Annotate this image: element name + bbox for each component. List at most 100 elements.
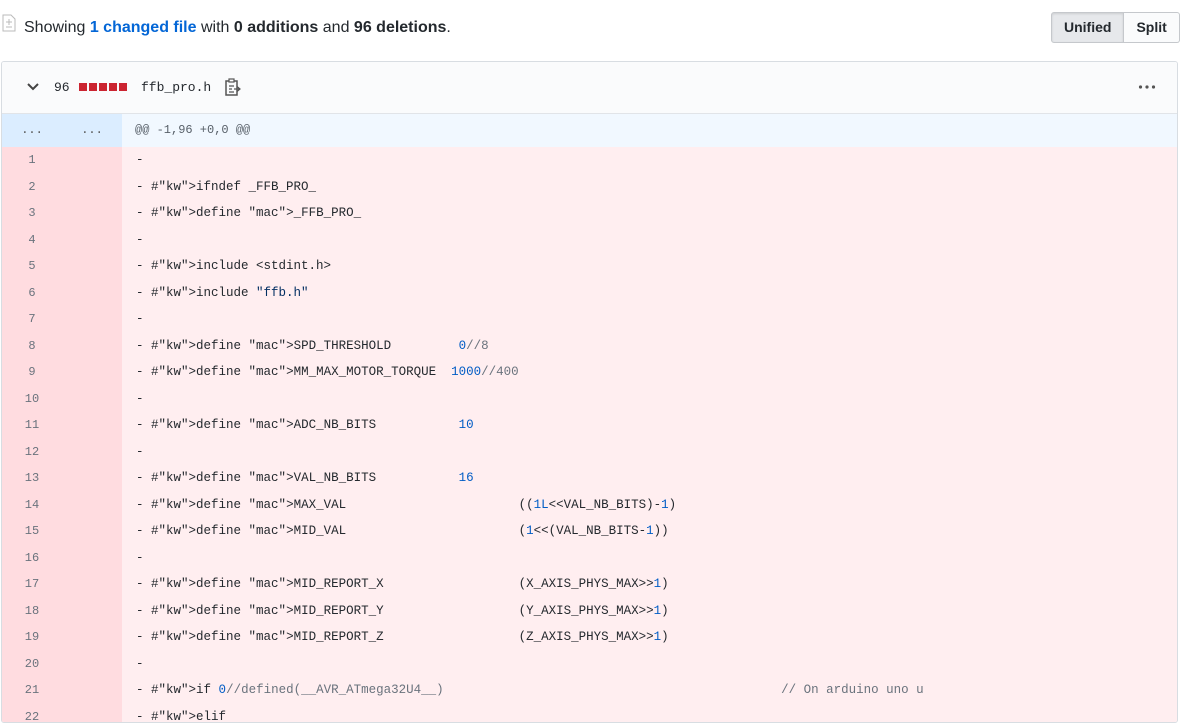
new-line-number[interactable] — [62, 333, 122, 360]
diff-line: 15 - #"kw">define "mac">MID_VAL (1<<(VAL_… — [2, 518, 1177, 545]
diffstat-block — [79, 83, 87, 91]
code-line: - #"kw">define "mac">MAX_VAL ((1L<<VAL_N… — [136, 492, 676, 519]
file-diff: 96 ffb_pro.h ... ... @@ -1,96 +0,0 @@ 1-… — [1, 61, 1178, 723]
old-line-number[interactable]: 21 — [2, 677, 62, 704]
code-line: - — [136, 147, 144, 174]
new-line-number[interactable] — [62, 704, 122, 723]
diff-line: 4- — [2, 227, 1177, 254]
file-name[interactable]: ffb_pro.h — [141, 80, 211, 95]
new-line-number[interactable] — [62, 598, 122, 625]
new-line-number[interactable] — [62, 677, 122, 704]
new-line-number[interactable] — [62, 306, 122, 333]
code-line: - #"kw">define "mac">MID_REPORT_Y (Y_AXI… — [136, 598, 669, 625]
old-line-number[interactable]: 18 — [2, 598, 62, 625]
diff-line: 9 - #"kw">define "mac">MM_MAX_MOTOR_TORQU… — [2, 359, 1177, 386]
summary-mid2: and — [318, 19, 354, 36]
new-line-number[interactable] — [62, 545, 122, 572]
code-line: - — [136, 306, 144, 333]
code-line: - #"kw">ifndef _FFB_PRO_ — [136, 174, 316, 201]
new-line-number[interactable] — [62, 253, 122, 280]
diff-view-toggle: Unified Split — [1051, 12, 1180, 43]
old-line-number[interactable]: 15 — [2, 518, 62, 545]
diffstat-block — [119, 83, 127, 91]
hunk-header-text: @@ -1,96 +0,0 @@ — [135, 114, 250, 147]
new-line-number[interactable] — [62, 386, 122, 413]
diff-summary: Showing 1 changed file with 0 additions … — [24, 18, 451, 38]
old-line-number[interactable]: 2 — [2, 174, 62, 201]
old-line-number[interactable]: 1 — [2, 147, 62, 174]
split-button[interactable]: Split — [1124, 12, 1179, 43]
diff-line: 14 - #"kw">define "mac">MAX_VAL ((1L<<VAL… — [2, 492, 1177, 519]
old-line-number[interactable]: 22 — [2, 704, 62, 723]
summary-prefix: Showing — [24, 19, 90, 36]
new-line-number[interactable] — [62, 439, 122, 466]
new-line-number[interactable] — [62, 624, 122, 651]
old-line-number[interactable]: 10 — [2, 386, 62, 413]
diff-line: 13- #"kw">define "mac">VAL_NB_BITS 16 — [2, 465, 1177, 492]
new-line-number[interactable] — [62, 492, 122, 519]
expand-up-button[interactable]: ... — [2, 114, 62, 147]
old-line-number[interactable]: 11 — [2, 412, 62, 439]
diff-line: 6- #"kw">include "ffb.h" — [2, 280, 1177, 307]
ellipsis-icon[interactable] — [1138, 84, 1156, 90]
code-line: - #"kw">define "mac">SPD_THRESHOLD 0//8 — [136, 333, 489, 360]
deletions-count: 96 deletions — [354, 19, 446, 36]
diff-line: 3 - #"kw">define "mac">_FFB_PRO_ — [2, 200, 1177, 227]
code-line: - #"kw">define "mac">_FFB_PRO_ — [136, 200, 361, 227]
clipboard-icon[interactable] — [224, 78, 242, 97]
new-line-number[interactable] — [62, 280, 122, 307]
diff-line: 22 - #"kw">elif — [2, 704, 1177, 723]
old-line-number[interactable]: 4 — [2, 227, 62, 254]
code-line: - #"kw">define "mac">ADC_NB_BITS 10 — [136, 412, 474, 439]
old-line-number[interactable]: 12 — [2, 439, 62, 466]
chevron-down-icon[interactable] — [26, 80, 40, 94]
diff-lines: 1 - 2 - #"kw">ifndef _FFB_PRO_ 3 - #"kw">defi… — [2, 147, 1177, 723]
change-count: 96 — [54, 80, 70, 95]
old-line-number[interactable]: 7 — [2, 306, 62, 333]
new-line-number[interactable] — [62, 651, 122, 678]
code-line: - #"kw">define "mac">MM_MAX_MOTOR_TORQUE… — [136, 359, 519, 386]
code-line: - — [136, 651, 144, 678]
file-diff-icon — [2, 14, 16, 32]
diff-toolbar: Showing 1 changed file with 0 additions … — [0, 0, 1186, 56]
diff-line: 16 - — [2, 545, 1177, 572]
code-line: - #"kw">include <stdint.h> — [136, 253, 331, 280]
old-line-number[interactable]: 14 — [2, 492, 62, 519]
old-line-number[interactable]: 20 — [2, 651, 62, 678]
code-line: - #"kw">if 0//defined(__AVR_ATmega32U4__… — [136, 677, 924, 704]
new-line-number[interactable] — [62, 571, 122, 598]
old-line-number[interactable]: 16 — [2, 545, 62, 572]
old-line-number[interactable]: 17 — [2, 571, 62, 598]
new-line-number[interactable] — [62, 412, 122, 439]
old-line-number[interactable]: 13 — [2, 465, 62, 492]
unified-button[interactable]: Unified — [1051, 12, 1124, 43]
new-line-number[interactable] — [62, 147, 122, 174]
new-line-number[interactable] — [62, 465, 122, 492]
code-line: - #"kw">elif — [136, 704, 226, 723]
diff-line: 19 - #"kw">define "mac">MID_REPORT_Z (Z_A… — [2, 624, 1177, 651]
old-line-number[interactable]: 5 — [2, 253, 62, 280]
new-line-number[interactable] — [62, 227, 122, 254]
new-line-number[interactable] — [62, 518, 122, 545]
code-line: - #"kw">define "mac">MID_VAL (1<<(VAL_NB… — [136, 518, 669, 545]
new-line-number[interactable] — [62, 359, 122, 386]
diff-line: 21 - #"kw">if 0//defined(__AVR_ATmega32U4… — [2, 677, 1177, 704]
code-line: - — [136, 545, 144, 572]
old-line-number[interactable]: 3 — [2, 200, 62, 227]
diff-line: 11 - #"kw">define "mac">ADC_NB_BITS 10 — [2, 412, 1177, 439]
changed-files-link[interactable]: 1 changed file — [90, 19, 197, 36]
code-line: - — [136, 439, 144, 466]
old-line-number[interactable]: 9 — [2, 359, 62, 386]
diffstat-blocks — [79, 83, 127, 91]
expand-down-button[interactable]: ... — [62, 114, 122, 147]
new-line-number[interactable] — [62, 174, 122, 201]
old-line-number[interactable]: 19 — [2, 624, 62, 651]
summary-mid1: with — [197, 19, 234, 36]
code-line: - — [136, 227, 144, 254]
diffstat-block — [99, 83, 107, 91]
summary-suffix: . — [446, 19, 450, 36]
old-line-number[interactable]: 6 — [2, 280, 62, 307]
new-line-number[interactable] — [62, 200, 122, 227]
old-line-number[interactable]: 8 — [2, 333, 62, 360]
code-line: - #"kw">define "mac">MID_REPORT_Z (Z_AXI… — [136, 624, 669, 651]
